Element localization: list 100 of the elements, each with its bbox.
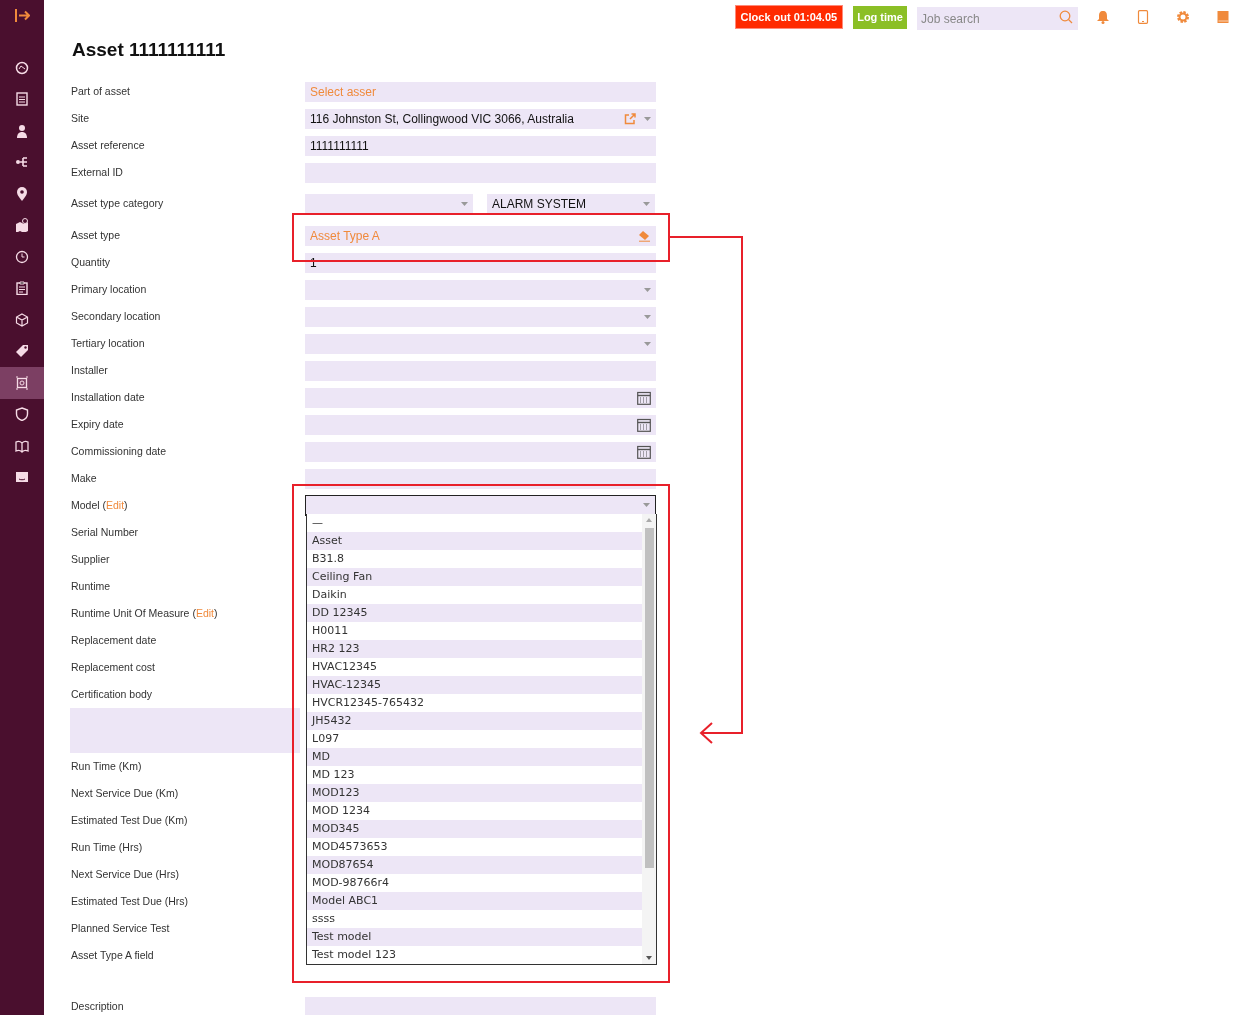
input-field[interactable] xyxy=(305,996,656,1015)
field-label: Next Service Due (Km) xyxy=(71,785,180,801)
person-icon xyxy=(15,123,29,138)
field-label: Replacement cost xyxy=(71,659,157,675)
field-label: Run Time (Hrs) xyxy=(71,839,144,855)
document-icon xyxy=(15,92,29,107)
field-label: Make xyxy=(71,470,98,486)
field-label: Installation date xyxy=(71,389,146,405)
field-label: Estimated Test Due (Km) xyxy=(71,812,189,828)
field-label: Asset type category xyxy=(71,196,165,212)
select-field[interactable] xyxy=(305,279,656,300)
dropdown-option[interactable]: MD xyxy=(307,748,642,766)
field-label: Replacement date xyxy=(71,632,158,648)
dropdown-option[interactable]: Test model 123 xyxy=(307,946,642,964)
select-field[interactable] xyxy=(305,306,656,327)
field-label: Commissioning date xyxy=(71,443,168,459)
field-label: Asset reference xyxy=(71,137,146,153)
cube-icon xyxy=(15,312,29,327)
caret-icon xyxy=(644,116,651,121)
field-label: Installer xyxy=(71,362,109,378)
caret-icon xyxy=(643,503,650,507)
dropdown-option[interactable]: MOD-98766r4 xyxy=(307,874,642,892)
calendar-icon[interactable] xyxy=(637,444,651,459)
field-label: Serial Number xyxy=(71,524,140,540)
field-label: Supplier xyxy=(71,551,111,567)
field-label: Runtime Unit Of Measure (Edit) xyxy=(71,605,219,621)
field-label: External ID xyxy=(71,164,124,180)
calendar-icon[interactable] xyxy=(637,390,651,405)
clock-out-button[interactable]: Clock out 01:04.05 xyxy=(734,5,844,29)
date-field[interactable] xyxy=(305,414,656,435)
search-field[interactable]: Job search xyxy=(917,7,1078,30)
dropdown-option[interactable]: JH5432 xyxy=(307,712,642,730)
caret-icon xyxy=(461,202,468,206)
dropdown-option[interactable]: MOD 1234 xyxy=(307,802,642,820)
dropdown-option[interactable]: HVAC12345 xyxy=(307,658,642,676)
dropdown-option[interactable]: Model ABC1 xyxy=(307,892,642,910)
caret-icon xyxy=(643,202,650,206)
input-field[interactable]: 1111111111 xyxy=(305,135,656,156)
caret-icon xyxy=(644,287,651,292)
select-field[interactable] xyxy=(305,194,473,214)
dropdown-option[interactable]: MOD87654 xyxy=(307,856,642,874)
field-label: Description xyxy=(71,998,125,1014)
dropdown-option[interactable]: MOD4573653 xyxy=(307,838,642,856)
field-label: Quantity xyxy=(71,254,112,270)
date-field[interactable] xyxy=(305,441,656,462)
tray-icon xyxy=(15,470,29,485)
field-label: Expiry date xyxy=(71,416,125,432)
dropdown-option[interactable]: MD 123 xyxy=(307,766,642,784)
field-label: Run Time (Km) xyxy=(71,758,143,774)
dropdown-option[interactable]: Daikin xyxy=(307,586,642,604)
input-field[interactable] xyxy=(305,162,656,183)
input-field[interactable] xyxy=(305,468,656,489)
page-title: Asset 1111111111 xyxy=(72,38,227,62)
dropdown-option[interactable]: Test model xyxy=(307,928,642,946)
field-label: Estimated Test Due (Hrs) xyxy=(71,893,190,909)
field-label: Asset Type A field xyxy=(71,947,155,963)
field-label: Secondary location xyxy=(71,308,162,324)
field-label: Certification body xyxy=(71,686,154,702)
dropdown-option[interactable]: — xyxy=(307,514,642,532)
dropdown-option[interactable]: H0011 xyxy=(307,622,642,640)
dropdown-option[interactable]: MOD345 xyxy=(307,820,642,838)
sidebar-item[interactable] xyxy=(0,367,44,399)
dropdown-option[interactable]: HVAC-12345 xyxy=(307,676,642,694)
field-label: Site xyxy=(71,110,91,126)
field-label: Primary location xyxy=(71,281,148,297)
field-label: Tertiary location xyxy=(71,335,146,351)
input-field[interactable] xyxy=(305,360,656,381)
select-field[interactable] xyxy=(305,333,656,354)
select-field[interactable]: ALARM SYSTEM xyxy=(487,194,655,214)
dropdown-option[interactable]: DD 12345 xyxy=(307,604,642,622)
field-label: Model (Edit) xyxy=(71,497,129,513)
field-label: Part of asset xyxy=(71,83,131,99)
field-label: Next Service Due (Hrs) xyxy=(71,866,180,882)
shield-icon xyxy=(15,407,29,422)
caret-icon xyxy=(644,314,651,319)
dropdown-option[interactable]: ssss xyxy=(307,910,642,928)
dropdown-option[interactable]: Ceiling Fan xyxy=(307,568,642,586)
location-pin-icon xyxy=(15,186,29,201)
map-icon xyxy=(15,218,29,233)
collapse-arrow-icon[interactable] xyxy=(14,8,30,22)
dropdown-option[interactable]: B31.8 xyxy=(307,550,642,568)
dropdown-option[interactable]: L097 xyxy=(307,730,642,748)
clipboard-icon xyxy=(15,281,29,296)
hierarchy-icon xyxy=(15,155,29,170)
frame-icon xyxy=(15,375,29,390)
field-label: Runtime xyxy=(71,578,112,594)
caret-icon xyxy=(644,341,651,346)
dropdown-option[interactable]: MOD123 xyxy=(307,784,642,802)
date-field[interactable] xyxy=(305,387,656,408)
tag-icon xyxy=(15,344,29,359)
field-label: Planned Service Test xyxy=(71,920,171,936)
dropdown-option[interactable]: HVCR12345-765432 xyxy=(307,694,642,712)
select-field[interactable]: 116 Johnston St, Collingwood VIC 3066, Australia xyxy=(305,108,656,129)
clock-icon xyxy=(15,249,29,264)
field-label: Asset type xyxy=(71,227,122,243)
book-icon xyxy=(15,438,29,453)
scrollbar[interactable] xyxy=(642,514,656,964)
dropdown-option[interactable]: Asset xyxy=(307,532,642,550)
calendar-icon[interactable] xyxy=(637,417,651,432)
dropdown-option[interactable]: HR2 123 xyxy=(307,640,642,658)
